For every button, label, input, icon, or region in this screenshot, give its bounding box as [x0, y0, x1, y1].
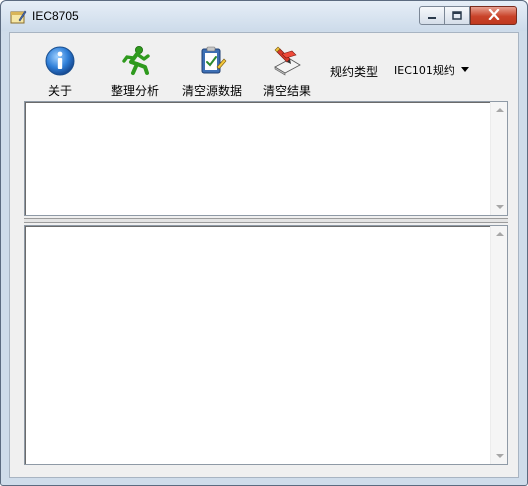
- clipboard-check-icon: [195, 45, 229, 80]
- source-pane-scrollbar[interactable]: [490, 102, 507, 215]
- scroll-down-arrow-icon[interactable]: [496, 454, 504, 458]
- protocol-selected-value: IEC101规约: [394, 63, 455, 77]
- result-pane-scrollbar[interactable]: [490, 226, 507, 464]
- scroll-up-arrow-icon[interactable]: [496, 108, 504, 112]
- minimize-icon: [427, 9, 437, 23]
- about-button[interactable]: 关于: [41, 45, 79, 98]
- close-icon: [487, 7, 500, 23]
- maximize-button[interactable]: [444, 6, 470, 25]
- result-pane[interactable]: [24, 225, 508, 465]
- about-label: 关于: [47, 84, 72, 98]
- scroll-up-arrow-icon[interactable]: [496, 232, 504, 236]
- source-data-pane[interactable]: [24, 101, 508, 216]
- analyze-label: 整理分析: [110, 84, 159, 98]
- window-title: IEC8705: [32, 9, 79, 23]
- scroll-down-arrow-icon[interactable]: [496, 205, 504, 209]
- clear-source-label: 清空源数据: [181, 84, 242, 98]
- info-icon: [43, 45, 77, 80]
- running-man-icon: [118, 45, 152, 80]
- notepad-icon: [10, 9, 27, 24]
- clear-result-button[interactable]: 清空结果: [261, 45, 313, 98]
- protocol-type-select[interactable]: IEC101规约: [391, 60, 473, 79]
- maximize-icon: [452, 9, 462, 23]
- main-window: IEC8705 关于 整理分析 清空源数据 清空结果 规约类型 IEC101规约: [0, 0, 528, 486]
- chevron-down-icon[interactable]: [461, 67, 469, 72]
- clear-source-button[interactable]: 清空源数据: [181, 45, 243, 98]
- protocol-type-label: 规约类型: [330, 65, 379, 79]
- close-button[interactable]: [470, 6, 517, 25]
- analyze-button[interactable]: 整理分析: [109, 45, 161, 98]
- minimize-button[interactable]: [419, 6, 445, 25]
- client-area: 关于 整理分析 清空源数据 清空结果 规约类型 IEC101规约: [9, 32, 519, 478]
- title-bar[interactable]: IEC8705: [1, 1, 527, 31]
- eraser-pen-icon: [270, 45, 304, 80]
- clear-result-label: 清空结果: [262, 84, 311, 98]
- pane-splitter[interactable]: [24, 218, 508, 223]
